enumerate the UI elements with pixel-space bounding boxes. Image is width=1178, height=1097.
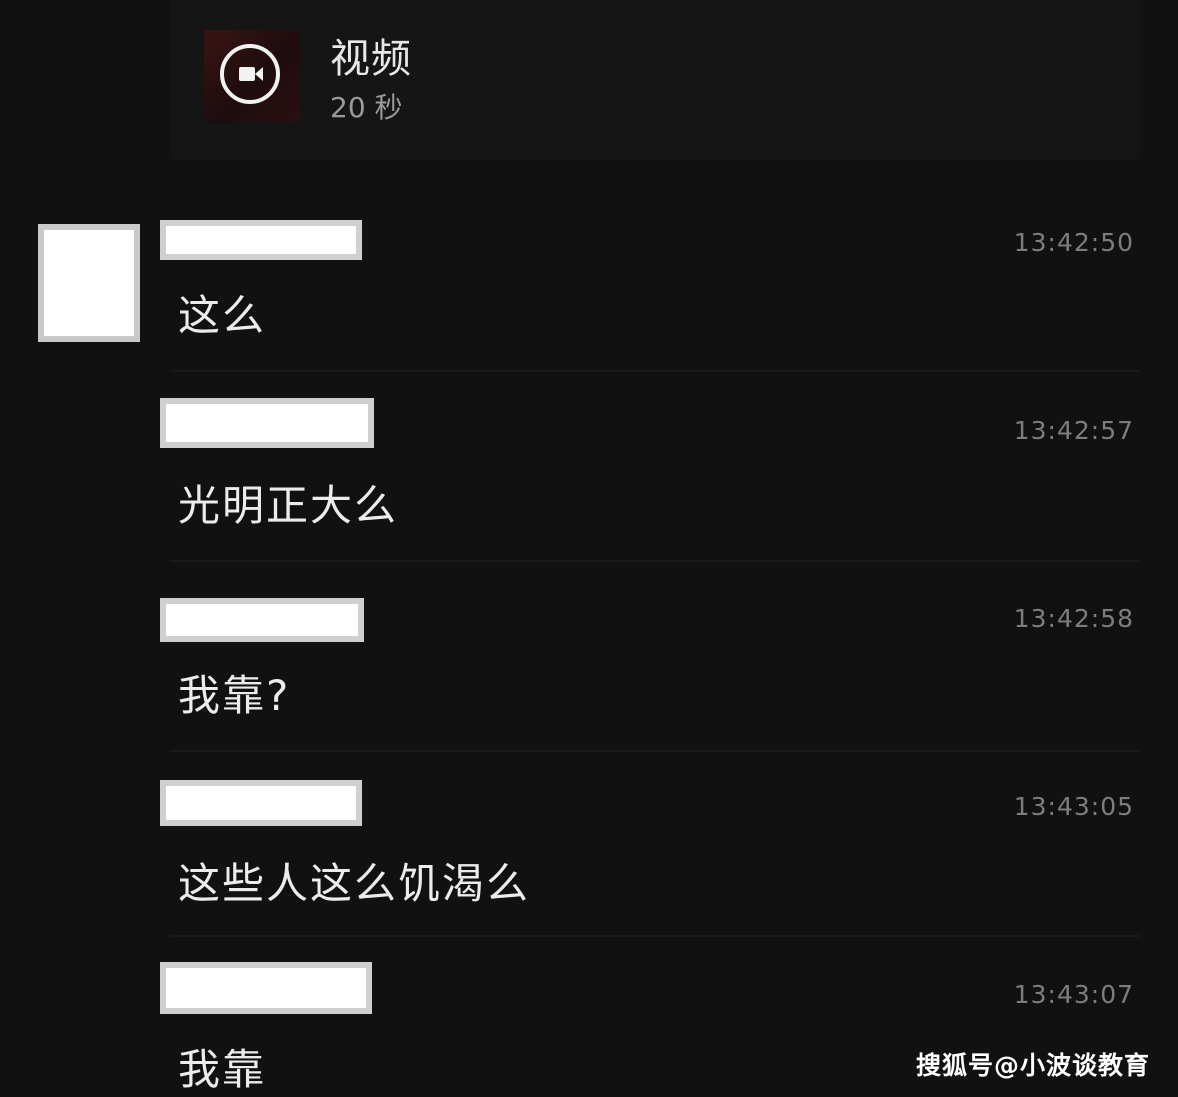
message-text: 这么	[178, 291, 267, 340]
sender-name-redacted	[160, 220, 362, 260]
watermark: 搜狐号@小波谈教育	[915, 1051, 1150, 1080]
message-timestamp: 13:43:05	[1013, 792, 1134, 821]
video-title: 视频	[330, 36, 412, 82]
message-timestamp: 13:42:58	[1013, 604, 1134, 633]
video-thumbnail[interactable]	[204, 30, 300, 122]
sender-name-redacted	[160, 962, 372, 1014]
divider	[170, 560, 1140, 562]
sender-name-redacted	[160, 780, 362, 826]
sender-name-redacted	[160, 598, 364, 642]
message-timestamp: 13:43:07	[1013, 980, 1134, 1009]
message-text: 这些人这么饥渴么	[178, 859, 531, 908]
video-camera-icon	[220, 44, 280, 104]
avatar[interactable]	[38, 224, 140, 342]
divider	[170, 935, 1140, 937]
sender-name-redacted	[160, 398, 374, 448]
video-duration: 20 秒	[330, 91, 403, 124]
divider	[170, 750, 1140, 752]
message-timestamp: 13:42:50	[1013, 228, 1134, 257]
message-text: 光明正大么	[178, 481, 399, 530]
video-message-card[interactable]	[170, 0, 1140, 160]
message-text: 我靠?	[178, 671, 291, 720]
message-text: 我靠	[178, 1045, 267, 1094]
message-timestamp: 13:42:57	[1013, 416, 1134, 445]
divider	[170, 370, 1140, 372]
